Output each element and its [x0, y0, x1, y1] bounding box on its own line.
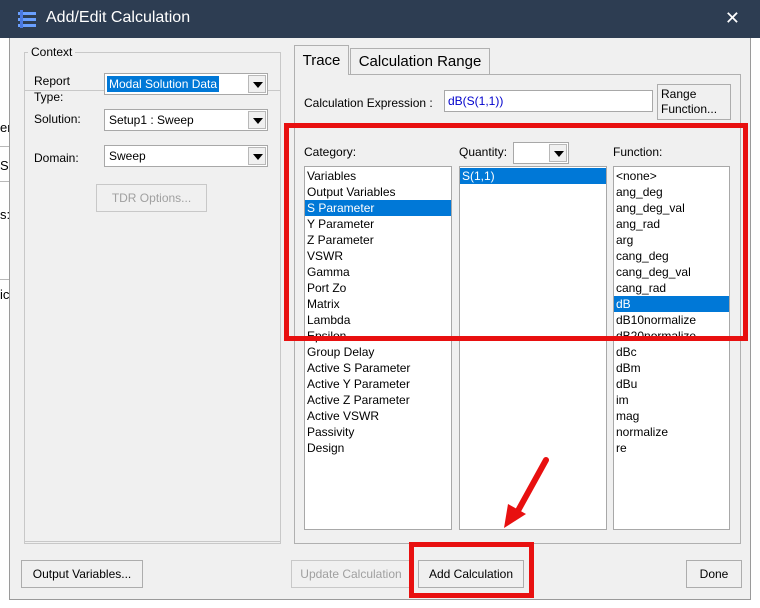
window-title: Add/Edit Calculation — [46, 9, 191, 26]
list-item[interactable]: cang_deg — [614, 248, 729, 264]
list-item[interactable]: mag — [614, 408, 729, 424]
title-bar: Add/Edit Calculation ✕ — [0, 0, 760, 38]
list-item[interactable]: Active Z Parameter — [305, 392, 451, 408]
list-item[interactable]: Active S Parameter — [305, 360, 451, 376]
list-item[interactable]: re — [614, 440, 729, 456]
list-item[interactable]: Lambda — [305, 312, 451, 328]
chevron-down-icon[interactable] — [248, 111, 266, 129]
list-item[interactable]: Output Variables — [305, 184, 451, 200]
list-item[interactable]: dBc — [614, 344, 729, 360]
list-item[interactable]: ang_rad — [614, 216, 729, 232]
list-item[interactable]: ang_deg — [614, 184, 729, 200]
solution-value: Setup1 : Sweep — [109, 113, 194, 127]
list-item[interactable]: VSWR — [305, 248, 451, 264]
range-function-label-2: Function... — [661, 102, 718, 116]
list-item[interactable]: <none> — [614, 168, 729, 184]
solution-label: Solution: — [34, 112, 81, 126]
list-item[interactable]: Y Parameter — [305, 216, 451, 232]
report-type-label-2: Type: — [34, 90, 64, 104]
tab-trace[interactable]: Trace — [294, 45, 349, 75]
list-item[interactable]: Epsilon — [305, 328, 451, 344]
domain-value: Sweep — [109, 149, 146, 163]
list-item[interactable]: ang_deg_val — [614, 200, 729, 216]
domain-label: Domain: — [34, 151, 79, 165]
close-icon[interactable]: ✕ — [725, 8, 740, 29]
background-text-fragment: ic — [0, 287, 10, 302]
calculation-expression-label: Calculation Expression : — [304, 96, 433, 110]
app-icon — [18, 10, 36, 28]
list-item[interactable]: Active Y Parameter — [305, 376, 451, 392]
list-item[interactable]: cang_deg_val — [614, 264, 729, 280]
list-item[interactable]: Passivity — [305, 424, 451, 440]
list-item[interactable]: cang_rad — [614, 280, 729, 296]
chevron-down-icon[interactable] — [248, 75, 266, 93]
calculation-expression-field[interactable]: dB(S(1,1)) — [444, 90, 653, 112]
list-item[interactable]: dBu — [614, 376, 729, 392]
update-calculation-button[interactable]: Update Calculation — [291, 560, 411, 588]
list-item[interactable]: normalize — [614, 424, 729, 440]
list-item[interactable]: Group Delay — [305, 344, 451, 360]
report-type-value: Modal Solution Data — [107, 76, 220, 92]
output-variables-button[interactable]: Output Variables... — [21, 560, 143, 588]
quantity-filter-value — [516, 145, 520, 161]
tdr-options-button[interactable]: TDR Options... — [96, 184, 207, 212]
chevron-down-icon[interactable] — [248, 147, 266, 165]
list-item[interactable]: dB10normalize — [614, 312, 729, 328]
list-item[interactable]: Port Zo — [305, 280, 451, 296]
quantity-label: Quantity: — [459, 145, 508, 159]
function-label: Function: — [613, 145, 663, 159]
domain-dropdown[interactable]: Sweep — [104, 145, 268, 167]
list-item[interactable]: Active VSWR — [305, 408, 451, 424]
arrow-icon — [504, 457, 549, 528]
category-list[interactable]: Variables Output Variables S Parameter Y… — [304, 166, 452, 530]
context-group-title: Context — [28, 45, 76, 59]
range-function-button[interactable]: Range Function... — [657, 84, 731, 120]
list-item[interactable]: Matrix — [305, 296, 451, 312]
list-item[interactable]: dB — [614, 296, 729, 312]
list-item[interactable]: S(1,1) — [460, 168, 606, 184]
list-item[interactable]: S Parameter — [305, 200, 451, 216]
add-calculation-button[interactable]: Add Calculation — [418, 560, 524, 588]
function-list[interactable]: <none> ang_deg ang_deg_val ang_rad arg c… — [613, 166, 730, 530]
list-item[interactable]: Z Parameter — [305, 232, 451, 248]
range-function-label-1: Range — [661, 87, 697, 101]
list-item[interactable]: Gamma — [305, 264, 451, 280]
quantity-filter-dropdown[interactable] — [513, 142, 569, 164]
list-item[interactable]: dBm — [614, 360, 729, 376]
done-button[interactable]: Done — [686, 560, 742, 588]
report-type-label: Report — [34, 74, 71, 88]
tab-calculation-range[interactable]: Calculation Range — [350, 48, 490, 74]
category-label: Category: — [304, 145, 357, 159]
list-item[interactable]: dB20normalize — [614, 328, 729, 344]
list-item[interactable]: Variables — [305, 168, 451, 184]
chevron-down-icon[interactable] — [549, 144, 567, 162]
list-item[interactable]: im — [614, 392, 729, 408]
list-item[interactable]: arg — [614, 232, 729, 248]
report-type-dropdown[interactable]: Modal Solution Data — [104, 73, 268, 95]
list-item[interactable]: Design — [305, 440, 451, 456]
solution-dropdown[interactable]: Setup1 : Sweep — [104, 109, 268, 131]
background-text-fragment: S — [0, 158, 9, 173]
